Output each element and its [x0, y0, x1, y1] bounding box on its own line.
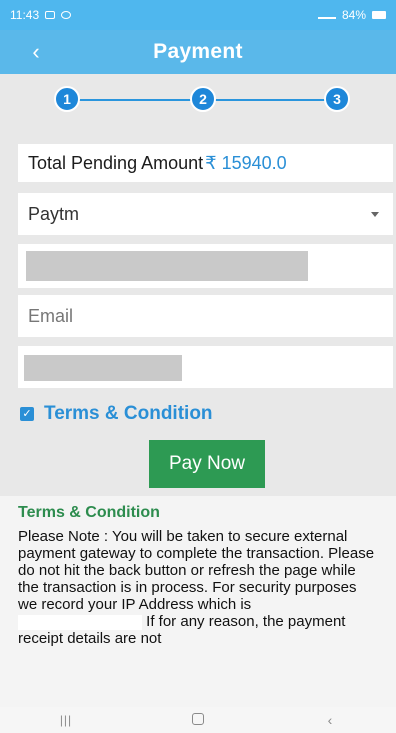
step-connector-2: [215, 99, 335, 101]
status-right: 84%: [317, 8, 386, 22]
redacted-ip-address: [18, 614, 142, 630]
step-2: 2: [190, 86, 216, 112]
terms-heading: Terms & Condition: [18, 504, 160, 521]
back-chevron-icon[interactable]: ‹: [22, 38, 50, 66]
status-bar: 11:43 84%: [0, 0, 396, 30]
redacted-field-2[interactable]: [18, 346, 393, 388]
terms-toggle[interactable]: ✓ Terms & Condition: [20, 400, 213, 428]
payment-method-value: Paytm: [28, 203, 80, 224]
amount-label: Total Pending Amount: [28, 152, 204, 173]
redacted-value-2: [24, 355, 182, 381]
dropdown-caret-icon: [371, 211, 379, 217]
redacted-value-1: [26, 251, 308, 281]
step-3: 3: [324, 86, 350, 112]
step-1-number: 1: [63, 91, 71, 107]
terms-section: Terms & Condition Please Note : You will…: [0, 496, 396, 707]
home-icon: [192, 713, 204, 725]
terms-body: Please Note : You will be taken to secur…: [18, 528, 378, 647]
back-nav-icon[interactable]: ‹: [310, 712, 350, 728]
terms-link[interactable]: Terms & Condition: [44, 403, 213, 425]
email-field[interactable]: [18, 295, 393, 337]
home-button[interactable]: [178, 712, 218, 728]
terms-checkbox[interactable]: ✓: [20, 407, 34, 421]
payment-form: 1 2 3 Total Pending Amount ₹ 15940.0 Pay…: [0, 74, 396, 496]
whatsapp-notification-icon: [61, 11, 72, 19]
status-left: 11:43: [10, 8, 72, 22]
progress-stepper: 1 2 3: [0, 84, 396, 116]
status-time: 11:43: [10, 8, 40, 22]
terms-text-part1: Please Note : You will be taken to secur…: [18, 528, 375, 613]
amount-value: ₹ 15940.0: [205, 152, 287, 173]
page-title: Payment: [153, 40, 243, 63]
total-pending-amount: Total Pending Amount ₹ 15940.0: [18, 144, 393, 182]
battery-percent: 84%: [341, 8, 366, 22]
system-nav-bar: ||| ‹: [0, 707, 396, 733]
gallery-notification-icon: [45, 11, 56, 19]
email-input[interactable]: [28, 305, 393, 327]
step-2-number: 2: [199, 91, 207, 107]
payment-method-select[interactable]: Paytm: [18, 193, 393, 235]
redacted-field-1[interactable]: [18, 244, 393, 288]
pay-now-button[interactable]: Pay Now: [149, 440, 265, 488]
battery-icon: [372, 11, 386, 19]
signal-icon: [317, 11, 336, 19]
app-bar: ‹ Payment: [0, 30, 396, 74]
recents-icon[interactable]: |||: [46, 713, 86, 727]
step-connector-1: [70, 99, 203, 101]
step-1: 1: [54, 86, 80, 112]
step-3-number: 3: [333, 91, 341, 107]
